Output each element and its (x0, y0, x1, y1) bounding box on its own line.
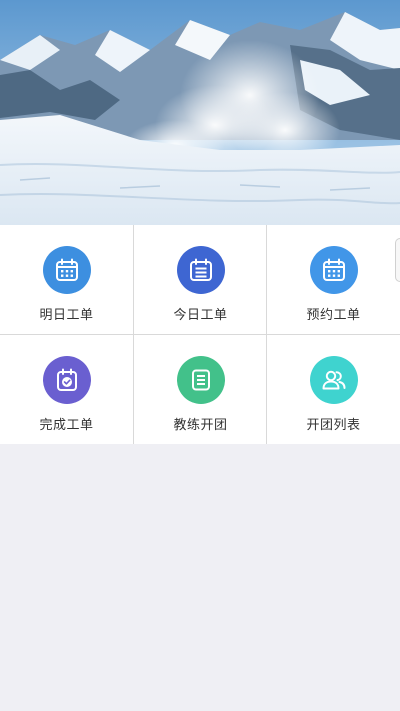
menu-item-label: 教练开团 (173, 418, 228, 433)
menu-item-tomorrow-orders[interactable]: 明日工单 (0, 225, 133, 334)
menu-grid: 明日工单 今日工单 预约工单 完成工单 教练开团 开团列表 (0, 225, 400, 444)
side-drawer-handle[interactable] (395, 238, 400, 282)
menu-item-label: 明日工单 (39, 308, 94, 323)
menu-item-label: 完成工单 (39, 418, 94, 433)
calendar-check-icon (42, 356, 91, 404)
document-list-icon (176, 356, 225, 404)
hero-banner (0, 0, 400, 225)
list-calendar-icon (176, 246, 225, 294)
calendar-icon (42, 246, 91, 294)
menu-item-label: 开团列表 (306, 418, 361, 433)
snowy-mountain-image (0, 0, 400, 225)
menu-item-completed-orders[interactable]: 完成工单 (0, 335, 133, 444)
group-users-icon (309, 356, 358, 404)
menu-item-coach-group[interactable]: 教练开团 (134, 335, 267, 444)
menu-item-booked-orders[interactable]: 预约工单 (267, 225, 400, 334)
menu-item-label: 今日工单 (173, 308, 228, 323)
menu-item-group-list[interactable]: 开团列表 (267, 335, 400, 444)
menu-item-today-orders[interactable]: 今日工单 (134, 225, 267, 334)
menu-item-label: 预约工单 (306, 308, 361, 323)
calendar-icon (309, 246, 358, 294)
